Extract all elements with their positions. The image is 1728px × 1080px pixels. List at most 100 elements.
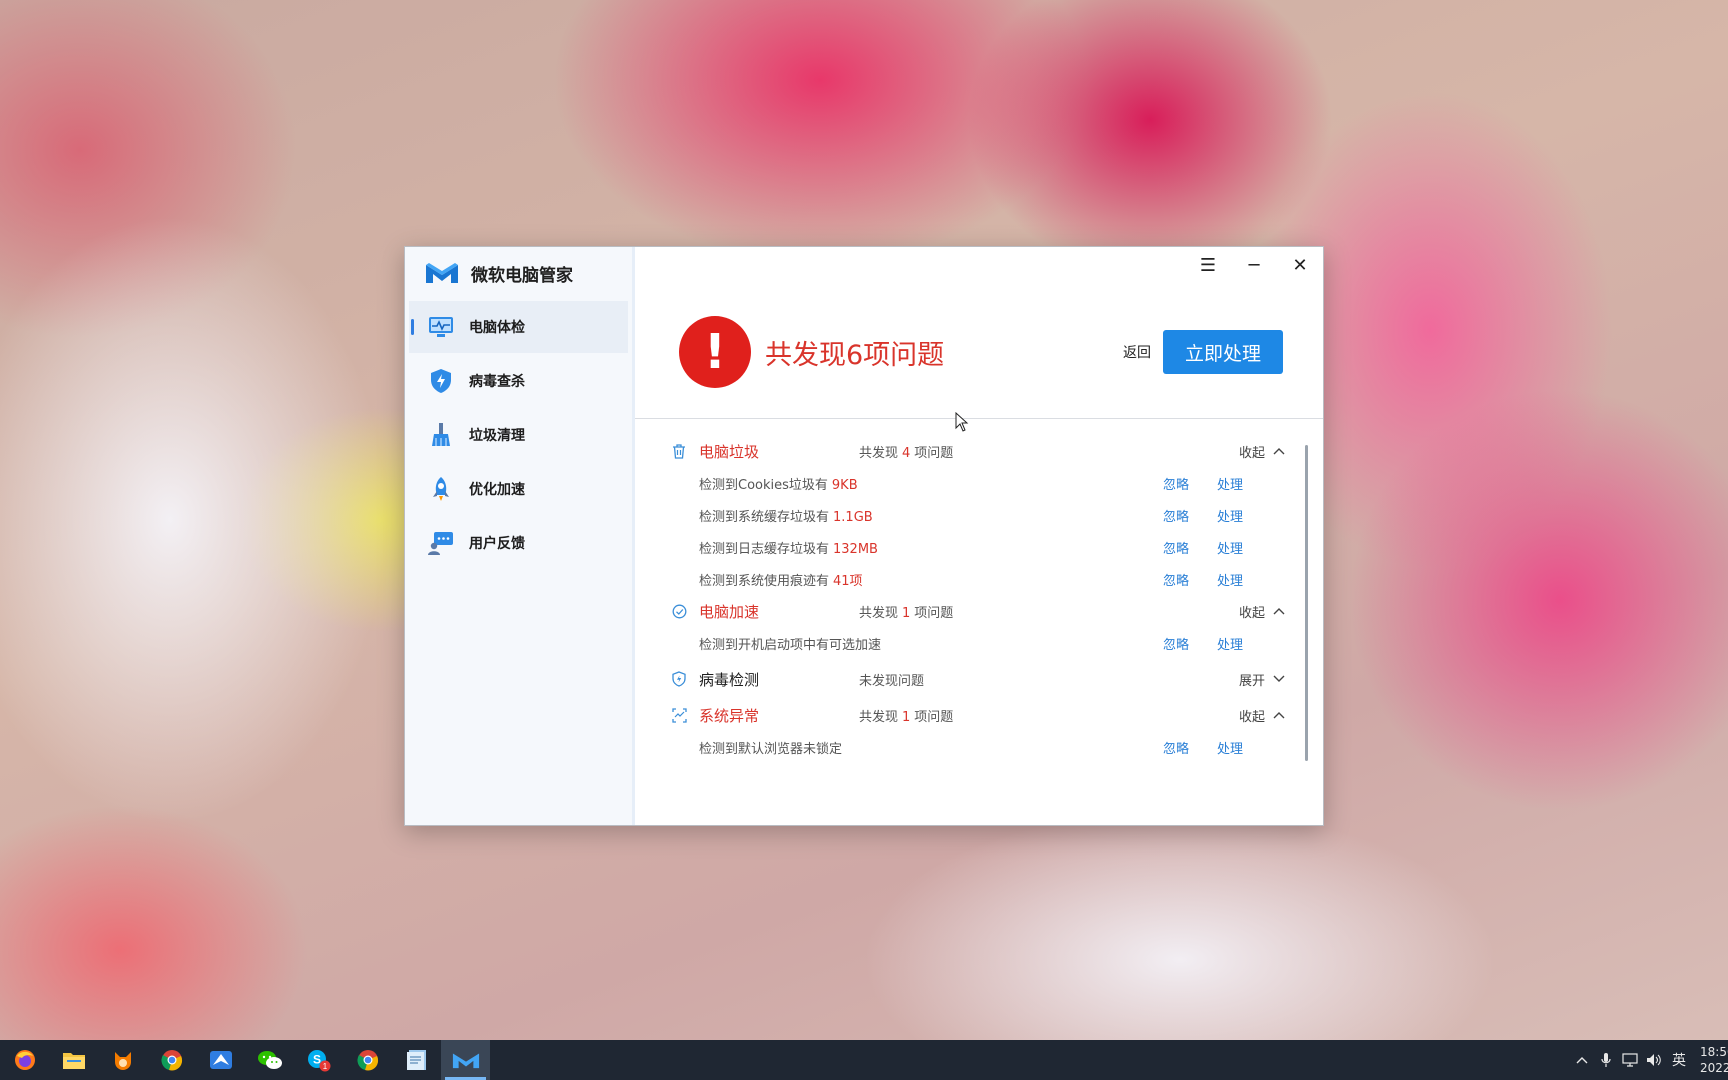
summary-prefix: 共发现 <box>859 709 899 725</box>
sidebar-item-user-feedback[interactable]: 用户反馈 <box>409 517 628 569</box>
pc-manager-logo-icon <box>426 263 458 283</box>
sidebar-item-optimize-speed[interactable]: 优化加速 <box>409 463 628 515</box>
item-actions: 忽略 处理 <box>1163 738 1261 757</box>
window-controls: ☰ ─ ✕ <box>1185 247 1323 283</box>
sidebar-item-label: 电脑体检 <box>469 320 525 336</box>
chevron-down-icon <box>1273 675 1285 682</box>
collapse-toggle[interactable]: 收起 <box>1239 442 1285 461</box>
back-button[interactable]: 返回 <box>1123 342 1151 362</box>
broom-icon <box>427 421 455 449</box>
group-title: 病毒检测 <box>699 670 760 689</box>
item-label: 检测到系统缓存垃圾有 <box>699 509 830 525</box>
firefox-icon[interactable] <box>0 1040 49 1080</box>
item-text: 检测到Cookies垃圾有 9KB <box>699 474 1163 493</box>
item-text: 检测到日志缓存垃圾有 132MB <box>699 538 1163 557</box>
pc-manager-icon[interactable] <box>441 1040 490 1080</box>
volume-icon[interactable] <box>1642 1040 1666 1080</box>
toggle-label: 展开 <box>1238 673 1265 689</box>
brand: 微软电脑管家 <box>405 247 632 299</box>
microphone-icon[interactable] <box>1594 1040 1618 1080</box>
list-item: 检测到日志缓存垃圾有 132MB 忽略 处理 <box>671 531 1285 563</box>
clock[interactable]: 18:50 2022 <box>1700 1044 1728 1076</box>
main-panel: ☰ ─ ✕ ! 共发现6项问题 返回 立即处理 电脑垃圾 共发现 4 项问题 收起 … <box>635 247 1323 825</box>
close-button[interactable]: ✕ <box>1277 247 1323 283</box>
fix-link[interactable]: 处理 <box>1217 570 1243 589</box>
chrome-icon[interactable] <box>147 1040 196 1080</box>
summary-suffix: 项问题 <box>914 605 954 621</box>
app-title: 微软电脑管家 <box>471 265 573 286</box>
fix-now-button[interactable]: 立即处理 <box>1163 330 1283 374</box>
sidebar-item-label: 用户反馈 <box>469 536 525 552</box>
sidebar-item-pc-checkup[interactable]: 电脑体检 <box>409 301 628 353</box>
item-label: 检测到系统使用痕迹有 <box>699 573 830 589</box>
item-label: 检测到默认浏览器未锁定 <box>699 741 843 757</box>
chevron-up-icon[interactable] <box>1570 1040 1594 1080</box>
list-item: 检测到默认浏览器未锁定 忽略 处理 <box>671 731 1285 763</box>
ignore-link[interactable]: 忽略 <box>1163 538 1189 557</box>
chevron-up-icon <box>1273 712 1285 719</box>
fix-link[interactable]: 处理 <box>1217 738 1243 757</box>
shield-icon <box>671 671 687 687</box>
ignore-link[interactable]: 忽略 <box>1163 474 1189 493</box>
summary-count: 4 <box>902 445 911 461</box>
fix-link[interactable]: 处理 <box>1217 506 1243 525</box>
file-explorer-icon[interactable] <box>49 1040 98 1080</box>
sidebar-item-virus-scan[interactable]: 病毒查杀 <box>409 355 628 407</box>
item-value: 9KB <box>831 477 858 493</box>
fox-browser-icon[interactable] <box>98 1040 147 1080</box>
item-actions: 忽略 处理 <box>1163 474 1261 493</box>
fix-link[interactable]: 处理 <box>1217 538 1243 557</box>
item-value: 1.1GB <box>833 509 873 525</box>
ignore-link[interactable]: 忽略 <box>1163 634 1189 653</box>
summary-prefix: 共发现 <box>859 445 899 461</box>
alert-exclamation-icon: ! <box>679 316 751 388</box>
sidebar-item-label: 病毒查杀 <box>469 374 525 390</box>
collapse-toggle[interactable]: 收起 <box>1239 602 1285 621</box>
chevron-up-icon <box>1273 608 1285 615</box>
fix-link[interactable]: 处理 <box>1217 474 1243 493</box>
list-item: 检测到Cookies垃圾有 9KB 忽略 处理 <box>671 467 1285 499</box>
ignore-link[interactable]: 忽略 <box>1163 570 1189 589</box>
mouse-cursor-icon <box>955 412 969 432</box>
network-icon[interactable] <box>1618 1040 1642 1080</box>
summary-suffix: 项问题 <box>914 709 954 725</box>
ignore-link[interactable]: 忽略 <box>1163 506 1189 525</box>
speed-check-icon <box>671 603 687 619</box>
group-summary: 共发现 4 项问题 <box>859 442 1239 461</box>
menu-button[interactable]: ☰ <box>1185 247 1231 283</box>
item-label: 检测到日志缓存垃圾有 <box>699 541 830 557</box>
mail-swallow-icon[interactable] <box>196 1040 245 1080</box>
group-title: 电脑加速 <box>699 602 760 621</box>
wechat-icon[interactable] <box>245 1040 294 1080</box>
minimize-button[interactable]: ─ <box>1231 247 1277 283</box>
sidebar: 微软电脑管家 电脑体检 病毒查杀 垃圾清理 优化加速 用户反馈 <box>405 247 635 825</box>
expand-toggle[interactable]: 展开 <box>1239 670 1285 689</box>
item-actions: 忽略 处理 <box>1163 634 1261 653</box>
taskbar: S1 英 18:50 2022 <box>0 1040 1728 1080</box>
sidebar-item-label: 垃圾清理 <box>469 428 525 444</box>
group-header-pc-speedup: 电脑加速 共发现 1 项问题 收起 <box>671 595 1285 627</box>
item-text: 检测到系统使用痕迹有 41项 <box>699 570 1163 589</box>
sidebar-item-junk-clean[interactable]: 垃圾清理 <box>409 409 628 461</box>
toggle-label: 收起 <box>1238 709 1265 725</box>
collapse-toggle[interactable]: 收起 <box>1239 706 1285 725</box>
monitor-check-icon <box>427 313 455 341</box>
group-title: 电脑垃圾 <box>699 442 760 461</box>
item-value: 41项 <box>833 573 863 589</box>
list-item: 检测到开机启动项中有可选加速 忽略 处理 <box>671 627 1285 659</box>
ignore-link[interactable]: 忽略 <box>1163 738 1189 757</box>
item-text: 检测到开机启动项中有可选加速 <box>699 634 1163 653</box>
trash-icon <box>671 443 687 459</box>
input-method-indicator[interactable]: 英 <box>1672 1050 1686 1070</box>
group-header-pc-junk: 电脑垃圾 共发现 4 项问题 收起 <box>671 435 1285 467</box>
summary-count: 1 <box>902 709 911 725</box>
clock-date: 2022 <box>1700 1061 1728 1075</box>
item-value: 132MB <box>833 541 878 557</box>
notepad-icon[interactable] <box>392 1040 441 1080</box>
summary-prefix: 共发现 <box>859 605 899 621</box>
chrome-icon[interactable] <box>343 1040 392 1080</box>
results-scrollbar[interactable] <box>1305 445 1308 761</box>
fix-link[interactable]: 处理 <box>1217 634 1243 653</box>
skype-icon[interactable]: S1 <box>294 1040 343 1080</box>
group-summary: 共发现 1 项问题 <box>859 602 1239 621</box>
